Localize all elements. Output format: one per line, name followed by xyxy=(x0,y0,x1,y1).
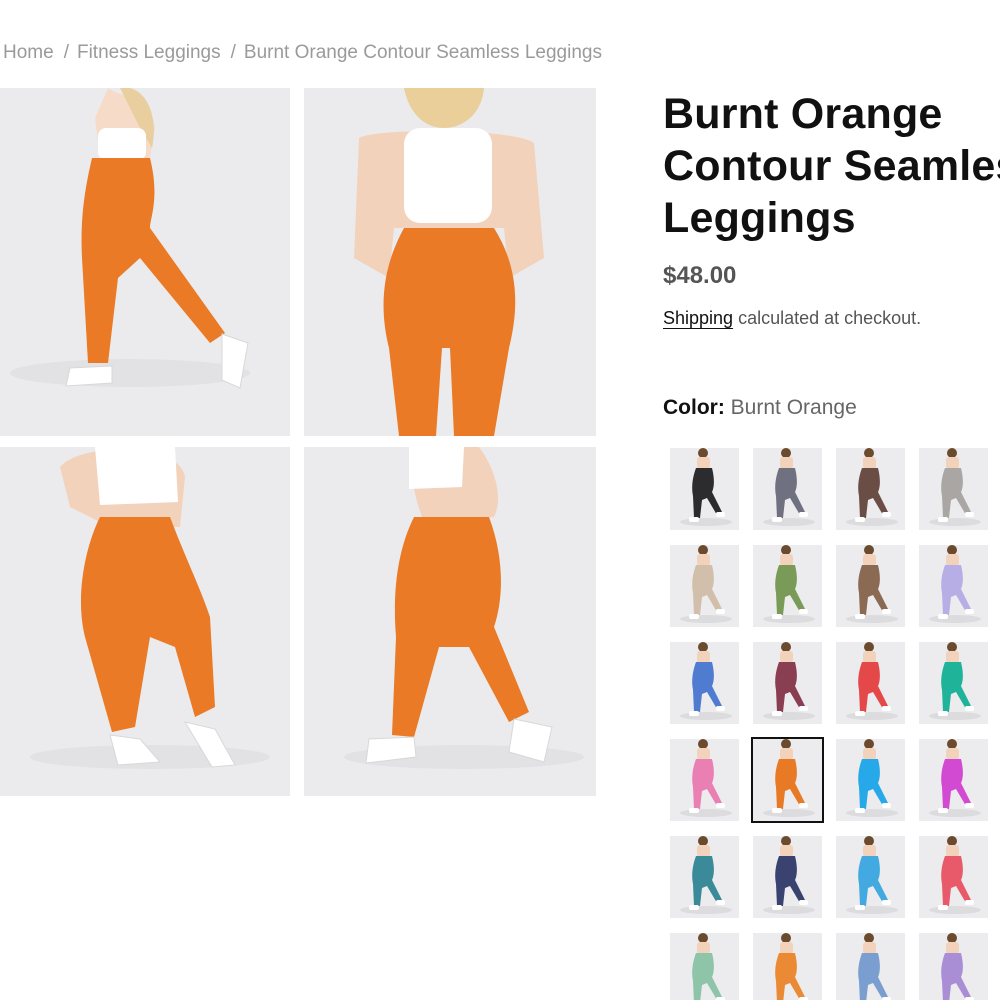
swatch-model-thumbnail xyxy=(763,836,815,914)
swatch-model-thumbnail xyxy=(929,739,981,817)
swatch-model-thumbnail xyxy=(846,642,898,720)
product-photo-back-image xyxy=(354,88,544,436)
product-title-line: Contour Seamless xyxy=(663,142,1000,190)
color-swatch[interactable] xyxy=(836,836,905,918)
breadcrumb-current: Burnt Orange Contour Seamless Leggings xyxy=(243,42,602,63)
breadcrumb: Home / Fitness Leggings / Burnt Orange Conto… xyxy=(3,42,602,64)
swatch-model-thumbnail xyxy=(763,448,815,526)
product-photo-front[interactable] xyxy=(0,447,290,796)
product-title: Burnt Orange Contour Seamless Leggings xyxy=(663,88,1000,244)
color-swatch[interactable] xyxy=(836,545,905,627)
color-swatch[interactable] xyxy=(836,933,905,1000)
color-swatch-grid xyxy=(670,448,1000,1000)
shipping-link[interactable]: Shipping xyxy=(663,308,733,328)
color-label: Color: xyxy=(663,396,725,419)
product-price: $48.00 xyxy=(663,262,737,289)
product-photo-back-walk-image xyxy=(344,447,584,769)
swatch-model-thumbnail xyxy=(846,545,898,623)
product-info: Burnt Orange Contour Seamless Leggings $… xyxy=(663,88,1000,329)
product-photo-side-image xyxy=(10,88,250,389)
swatch-model-thumbnail xyxy=(846,836,898,914)
swatch-model-thumbnail xyxy=(763,545,815,623)
swatch-model-thumbnail xyxy=(941,933,974,1000)
color-swatch[interactable] xyxy=(670,642,739,724)
color-swatch[interactable] xyxy=(751,737,824,823)
swatch-model-thumbnail xyxy=(858,933,891,1000)
swatch-model-thumbnail xyxy=(846,739,898,817)
swatch-model-thumbnail xyxy=(929,836,981,914)
color-swatch[interactable] xyxy=(753,448,822,530)
product-gallery xyxy=(0,88,596,796)
shipping-text: calculated at checkout. xyxy=(733,308,922,328)
color-swatch[interactable] xyxy=(919,448,988,530)
color-swatch[interactable] xyxy=(919,642,988,724)
swatch-model-thumbnail xyxy=(929,545,981,623)
color-swatch[interactable] xyxy=(836,739,905,821)
color-swatch[interactable] xyxy=(753,933,822,1000)
shipping-note: Shipping calculated at checkout. xyxy=(663,308,1000,329)
product-photo-back[interactable] xyxy=(304,88,596,436)
color-swatch[interactable] xyxy=(919,836,988,918)
color-swatch[interactable] xyxy=(836,642,905,724)
product-photo-back-walk[interactable] xyxy=(304,447,596,796)
breadcrumb-category-link[interactable]: Fitness Leggings xyxy=(77,42,221,63)
product-photo-front-image xyxy=(30,447,270,769)
color-swatch[interactable] xyxy=(670,836,739,918)
product-title-line: Leggings xyxy=(663,194,856,242)
product-title-line: Burnt Orange xyxy=(663,90,943,138)
swatch-model-thumbnail xyxy=(929,642,981,720)
swatch-model-thumbnail xyxy=(680,545,732,623)
color-swatch[interactable] xyxy=(919,545,988,627)
swatch-model-thumbnail xyxy=(929,448,981,526)
color-swatch[interactable] xyxy=(919,739,988,821)
color-swatch[interactable] xyxy=(670,739,739,821)
swatch-model-thumbnail xyxy=(692,933,725,1000)
color-swatch[interactable] xyxy=(836,448,905,530)
swatch-model-thumbnail xyxy=(763,739,815,817)
color-swatch[interactable] xyxy=(753,545,822,627)
color-value: Burnt Orange xyxy=(730,396,857,419)
breadcrumb-separator: / xyxy=(63,42,69,63)
swatch-model-thumbnail xyxy=(763,642,815,720)
color-swatch[interactable] xyxy=(753,642,822,724)
breadcrumb-separator: / xyxy=(230,42,236,63)
breadcrumb-home-link[interactable]: Home xyxy=(3,42,54,63)
swatch-model-thumbnail xyxy=(680,642,732,720)
swatch-model-thumbnail xyxy=(775,933,808,1000)
color-swatch[interactable] xyxy=(670,448,739,530)
color-selector-label: Color: Burnt Orange xyxy=(663,396,857,420)
swatch-model-thumbnail xyxy=(680,739,732,817)
product-photo-side[interactable] xyxy=(0,88,290,436)
color-swatch[interactable] xyxy=(919,933,988,1000)
color-swatch[interactable] xyxy=(753,836,822,918)
swatch-model-thumbnail xyxy=(680,836,732,914)
color-swatch[interactable] xyxy=(670,545,739,627)
swatch-model-thumbnail xyxy=(680,448,732,526)
swatch-model-thumbnail xyxy=(846,448,898,526)
color-swatch[interactable] xyxy=(670,933,739,1000)
